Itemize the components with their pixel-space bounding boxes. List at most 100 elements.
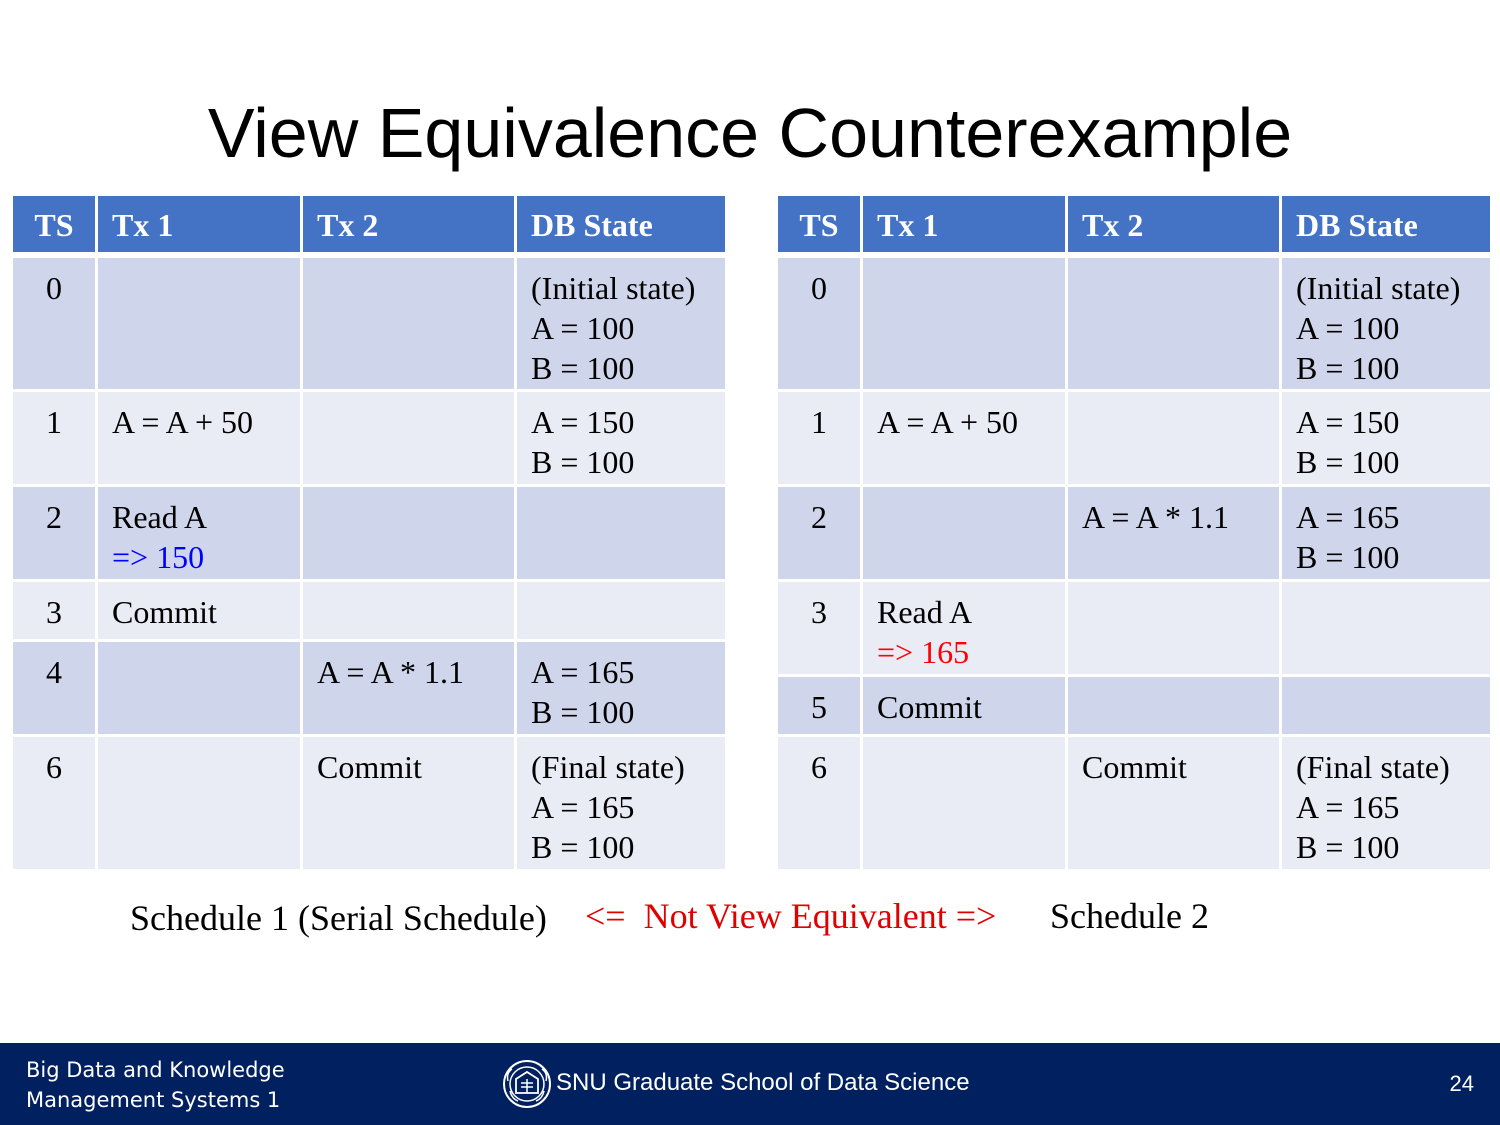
ts-cell: 3 <box>10 579 98 642</box>
db-state-line: B = 100 <box>531 349 635 386</box>
operation-line: Commit <box>317 749 422 785</box>
db-state-line: (Initial state) <box>1296 269 1461 306</box>
course-name-line-2: Management Systems 1 <box>26 1088 281 1112</box>
tx1-cell: A = A + 50 <box>860 389 1068 487</box>
tx1-cell: Commit <box>860 674 1068 737</box>
table-row: 6 Commit (Final state) A = 165 B = 100 <box>775 734 1493 872</box>
header-tx1: Tx 1 <box>860 193 1068 258</box>
snu-emblem-icon <box>503 1060 551 1108</box>
db-state-line: B = 100 <box>1296 349 1400 386</box>
db-state-line: (Final state) <box>531 749 685 785</box>
header-ts: TS <box>10 193 98 258</box>
tx1-cell <box>95 734 303 872</box>
db-cell <box>1279 579 1493 677</box>
table-row: 1 A = A + 50 A = 150 B = 100 <box>10 389 728 487</box>
schedule-2-table: TS Tx 1 Tx 2 DB State 0 (Initial state) A … <box>775 193 1493 872</box>
db-state-line: B = 100 <box>1296 444 1400 480</box>
tx2-cell: A = A * 1.1 <box>300 639 517 737</box>
db-cell: A = 150 B = 100 <box>1279 389 1493 487</box>
course-name-line-1: Big Data and Knowledge <box>26 1058 285 1082</box>
footer-bar: Big Data and Knowledge Management System… <box>0 1043 1500 1125</box>
tx1-cell <box>860 484 1068 582</box>
operation-line: A = A * 1.1 <box>317 654 464 690</box>
schedule-1-table: TS Tx 1 Tx 2 DB State 0 (Initial state) A … <box>10 193 728 872</box>
ts-cell: 0 <box>10 253 98 392</box>
db-cell <box>1279 674 1493 737</box>
db-state-line: B = 100 <box>1296 539 1400 575</box>
ts-cell: 2 <box>10 484 98 582</box>
ts-cell: 5 <box>775 674 863 737</box>
tx2-cell: Commit <box>1065 734 1282 872</box>
tx1-cell: Commit <box>95 579 303 642</box>
db-cell: A = 150 B = 100 <box>514 389 728 487</box>
db-state-line: A = 165 <box>531 654 635 690</box>
table-row: 2 Read A => 150 <box>10 484 728 582</box>
header-row: TS Tx 1 Tx 2 DB State <box>775 193 1493 258</box>
header-tx1: Tx 1 <box>95 193 303 258</box>
header-db-state: DB State <box>1279 193 1493 258</box>
db-cell: (Final state) A = 165 B = 100 <box>1279 734 1493 872</box>
table-row: 6 Commit (Final state) A = 165 B = 100 <box>10 734 728 872</box>
tx2-cell <box>1065 579 1282 677</box>
operation-line: A = A + 50 <box>877 404 1019 440</box>
tx2-cell <box>1065 674 1282 737</box>
ts-cell: 4 <box>10 639 98 737</box>
db-state-line: A = 150 <box>1296 404 1400 440</box>
header-row: TS Tx 1 Tx 2 DB State <box>10 193 728 258</box>
operation-line: Read A <box>877 594 973 630</box>
db-cell: (Initial state) A = 100 B = 100 <box>1279 253 1493 392</box>
db-state-line: B = 100 <box>531 829 635 865</box>
slide-title: View Equivalence Counterexample <box>207 94 1293 172</box>
table-row: 0 (Initial state) A = 100 B = 100 <box>775 253 1493 392</box>
db-cell: (Initial state) A = 100 B = 100 <box>514 253 728 392</box>
header-tx2: Tx 2 <box>300 193 517 258</box>
schedule-2-caption: Schedule 2 <box>1050 896 1209 936</box>
tx1-cell <box>860 734 1068 872</box>
db-state-line: (Final state) <box>1296 749 1450 785</box>
ts-cell: 1 <box>10 389 98 487</box>
ts-cell: 6 <box>775 734 863 872</box>
tx1-cell <box>95 639 303 737</box>
tx2-cell <box>300 484 517 582</box>
tx1-cell: A = A + 50 <box>95 389 303 487</box>
db-state-line: B = 100 <box>531 444 635 480</box>
tx1-cell <box>95 253 303 392</box>
db-state-line: A = 100 <box>531 309 635 346</box>
tx2-cell <box>300 579 517 642</box>
db-cell <box>514 484 728 582</box>
db-state-line: A = 100 <box>1296 309 1400 346</box>
tx2-cell <box>300 389 517 487</box>
table-row: 5 Commit <box>775 674 1493 737</box>
ts-cell: 3 <box>775 579 863 677</box>
table-row: 4 A = A * 1.1 A = 165 B = 100 <box>10 639 728 737</box>
tx2-cell <box>1065 253 1282 392</box>
db-state-line: A = 165 <box>1296 789 1400 825</box>
ts-cell: 1 <box>775 389 863 487</box>
operation-line: Commit <box>1082 749 1187 785</box>
operation-line: Commit <box>877 689 982 725</box>
read-result-line: => 165 <box>877 634 970 670</box>
db-state-line: B = 100 <box>1296 829 1400 865</box>
table-row: 0 (Initial state) A = 100 B = 100 <box>10 253 728 392</box>
header-tx2: Tx 2 <box>1065 193 1282 258</box>
tx1-cell: Read A => 150 <box>95 484 303 582</box>
course-name: Big Data and Knowledge Management System… <box>26 1055 285 1115</box>
db-state-line: A = 165 <box>1296 499 1400 535</box>
table-row: 3 Read A => 165 <box>775 579 1493 677</box>
db-state-line: A = 150 <box>531 404 635 440</box>
ts-cell: 6 <box>10 734 98 872</box>
school-name: SNU Graduate School of Data Science <box>556 1069 970 1096</box>
table-row: 2 A = A * 1.1 A = 165 B = 100 <box>775 484 1493 582</box>
operation-line: A = A + 50 <box>112 404 254 440</box>
tx1-cell <box>860 253 1068 392</box>
table-row: 1 A = A + 50 A = 150 B = 100 <box>775 389 1493 487</box>
ts-cell: 2 <box>775 484 863 582</box>
db-state-line: B = 100 <box>531 694 635 730</box>
tx2-cell: Commit <box>300 734 517 872</box>
schedule-1-caption: Schedule 1 (Serial Schedule) <box>130 898 547 938</box>
ts-cell: 0 <box>775 253 863 392</box>
db-state-line: A = 165 <box>531 789 635 825</box>
tx2-cell <box>1065 389 1282 487</box>
not-view-equivalent-caption: <= Not View Equivalent => <box>585 896 997 936</box>
tx1-cell: Read A => 165 <box>860 579 1068 677</box>
